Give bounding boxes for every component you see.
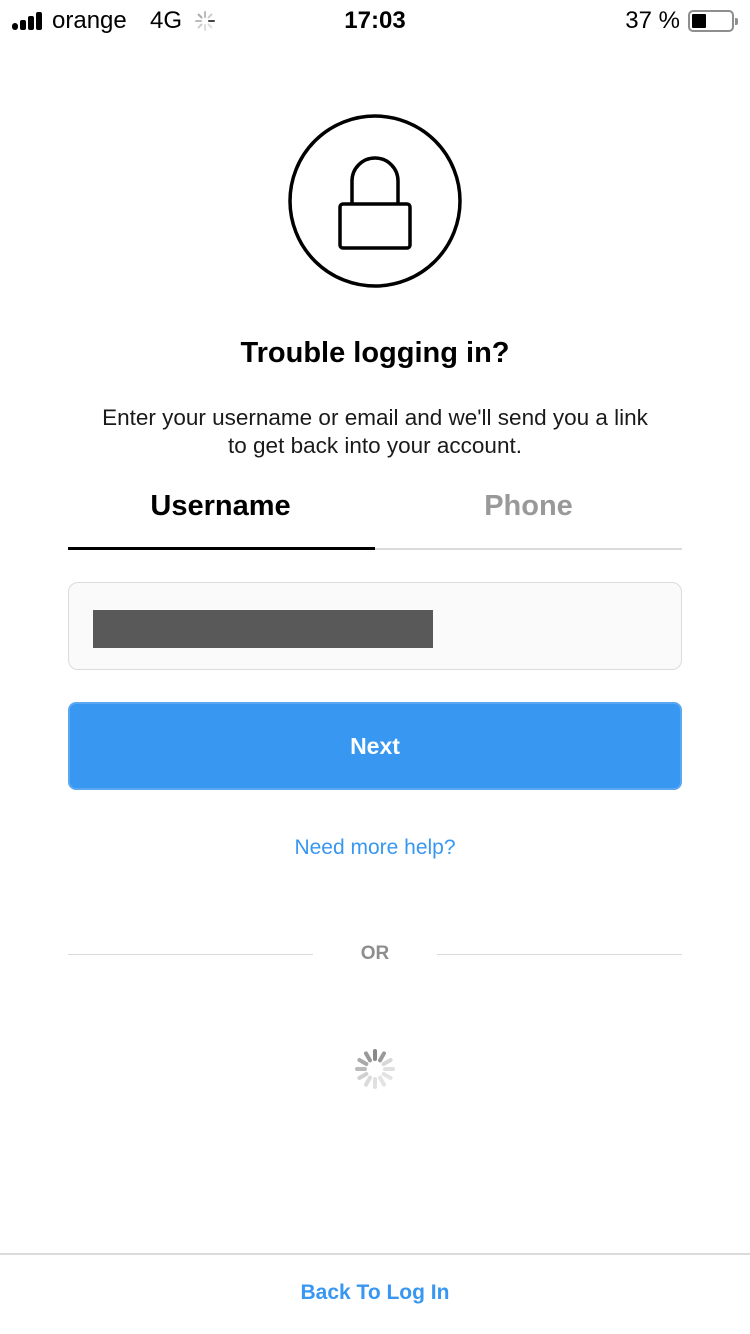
battery-percentage: 37 %	[625, 7, 680, 34]
lookup-method-tabs: Username Phone	[68, 480, 682, 550]
status-bar: orange 4G 17:03 37 %	[0, 0, 750, 40]
spinner-spoke	[357, 1058, 369, 1066]
next-button[interactable]: Next	[68, 702, 682, 790]
tab-username[interactable]: Username	[68, 480, 375, 550]
tab-phone[interactable]: Phone	[375, 480, 682, 550]
spinner-spoke	[378, 1051, 386, 1063]
tab-phone-label: Phone	[484, 490, 573, 522]
spinner-spoke	[357, 1072, 369, 1080]
spinner-spoke	[381, 1058, 393, 1066]
spinner-spoke	[381, 1072, 393, 1080]
spinner-spoke	[364, 1075, 372, 1087]
username-input[interactable]	[68, 582, 682, 670]
loading-spinner-icon	[355, 1049, 395, 1089]
tab-username-label: Username	[150, 490, 291, 522]
redacted-input-value	[93, 610, 433, 648]
battery-icon	[688, 10, 738, 32]
page-description: Enter your username or email and we'll s…	[102, 405, 648, 458]
tab-inactive-indicator	[375, 548, 682, 550]
back-to-login-link[interactable]: Back To Log In	[0, 1281, 750, 1305]
page-title: Trouble logging in?	[240, 337, 510, 369]
divider-right	[437, 954, 682, 955]
spinner-spoke	[378, 1075, 386, 1087]
tab-active-indicator	[68, 547, 375, 550]
need-more-help-link[interactable]: Need more help?	[0, 836, 750, 860]
footer-divider	[0, 1253, 750, 1255]
lock-icon	[288, 114, 462, 288]
spinner-spoke	[364, 1051, 372, 1063]
